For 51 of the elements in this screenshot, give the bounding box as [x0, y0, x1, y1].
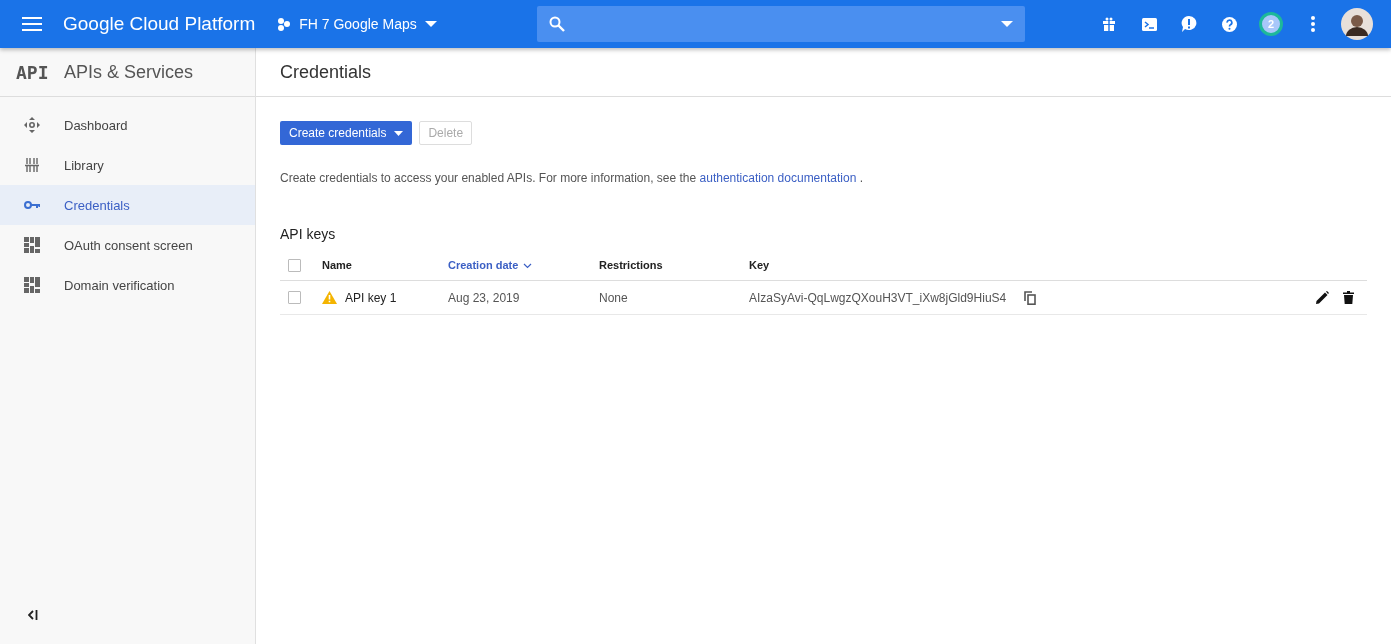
documentation-link[interactable]: authentication documentation [699, 171, 857, 185]
sidebar-item[interactable]: Domain verification [0, 265, 255, 305]
caret-icon [1000, 20, 1013, 28]
page-title: Credentials [280, 61, 372, 83]
terminal-icon [1141, 17, 1157, 31]
search-icon [548, 16, 565, 32]
search-field[interactable] [536, 6, 1025, 42]
delete-icon-button[interactable] [1340, 289, 1356, 306]
caret-icon [394, 130, 404, 136]
column-header[interactable]: Name [321, 250, 447, 281]
move-arrows-icon [24, 117, 40, 133]
collapse-button[interactable] [26, 608, 40, 622]
sidebar-item[interactable]: Dashboard [0, 105, 255, 145]
avatar-icon[interactable] [1341, 8, 1373, 40]
sidebar-item[interactable]: Library [0, 145, 255, 185]
key-icon [24, 200, 40, 210]
trash-icon [1342, 291, 1354, 304]
column-header[interactable]: Key [748, 250, 1271, 281]
project-selector[interactable]: FH 7 Google Maps [277, 16, 437, 32]
sidebar-item[interactable]: OAuth consent screen [0, 225, 255, 265]
column-header[interactable]: Restrictions [598, 250, 748, 281]
create-credentials-button[interactable]: Create credentials [280, 121, 413, 145]
section-heading: API keys [280, 226, 337, 242]
grid-blocks-icon [24, 277, 40, 293]
grid-blocks-icon [24, 237, 40, 253]
more-vertical-icon [1311, 16, 1315, 32]
key-name: API key 1 [345, 290, 397, 305]
product-name[interactable]: Google Cloud Platform [63, 13, 256, 35]
library-icon [24, 158, 40, 172]
menu-icon [22, 17, 42, 31]
dots-cluster-icon [277, 17, 292, 31]
api-logo: API [16, 61, 50, 83]
collapse-icon [28, 610, 38, 620]
help-icon [1221, 16, 1237, 32]
copy-icon [1024, 290, 1037, 305]
chevron-down-icon [523, 263, 533, 269]
section-title: APIs & Services [64, 61, 194, 83]
sidebar-item[interactable]: Credentials [0, 185, 255, 225]
copy-button[interactable] [1022, 289, 1039, 306]
table-cell: Aug 23, 2019 [448, 290, 520, 305]
column-header[interactable]: Creation date [447, 250, 598, 281]
edit-button[interactable] [1314, 289, 1330, 306]
caret-icon [424, 20, 437, 28]
api-key-value: AIzaSyAvi-QqLwgzQXouH3VT_iXw8jGld9HiuS4 [749, 290, 1007, 305]
pencil-icon [1315, 291, 1329, 304]
speech-bubble-icon [1181, 16, 1197, 32]
info-text: Create credentials to access your enabled APIs. For more information, see the authentication documentation . [280, 171, 864, 185]
row-checkbox[interactable] [288, 291, 301, 304]
table-cell: None [599, 290, 628, 305]
select-all-checkbox[interactable] [288, 258, 301, 272]
gift-icon [1102, 17, 1116, 31]
